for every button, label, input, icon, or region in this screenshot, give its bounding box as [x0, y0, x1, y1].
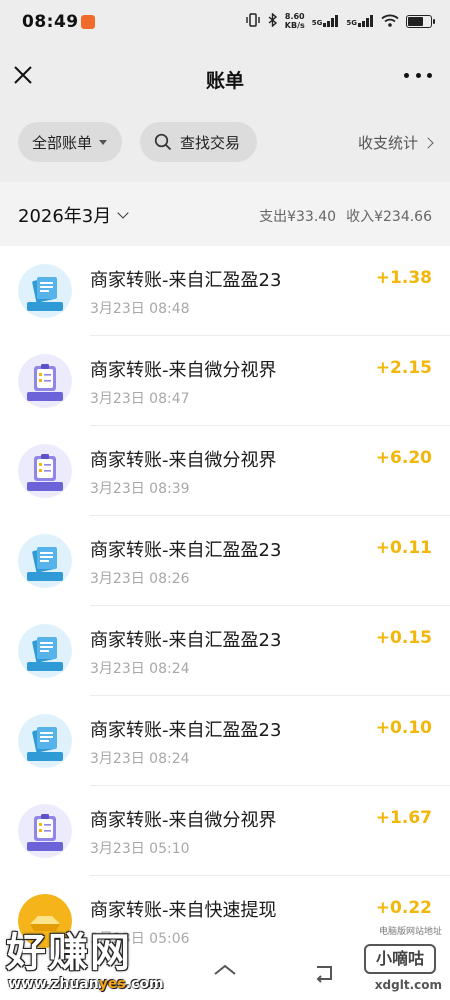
- watermark-right: 电脑版网站地址 小嘀咕 xdglt.com: [356, 922, 442, 998]
- transaction-amount: +6.20: [375, 448, 432, 468]
- transaction-title: 商家转账-来自汇盈盈23: [90, 270, 282, 291]
- income-expense-stats-link[interactable]: 收支统计: [357, 132, 434, 153]
- vibrate-icon: [245, 13, 261, 29]
- transaction-title: 商家转账-来自汇盈盈23: [90, 630, 282, 651]
- status-icons: 8.60 KB/s 5G 5G: [245, 12, 435, 30]
- transaction-info: 商家转账-来自微分视界 3月23日 08:47 +2.15: [90, 336, 450, 426]
- filter-bar: 全部账单 查找交易 收支统计: [0, 110, 450, 182]
- transaction-info: 商家转账-来自微分视界 3月23日 05:10 +1.67: [90, 786, 450, 876]
- network-speed-value: 8.60: [284, 12, 305, 21]
- transaction-amount: +0.22: [375, 898, 432, 918]
- back-nav-icon[interactable]: [313, 963, 337, 983]
- all-bills-label: 全部账单: [32, 133, 93, 152]
- transaction-amount: +0.15: [375, 628, 432, 648]
- sim2-label: 5G: [346, 19, 357, 27]
- transaction-row[interactable]: 商家转账-来自微分视界 3月23日 08:47 +2.15: [0, 336, 450, 426]
- expense-total: 支出¥33.40: [259, 209, 337, 225]
- watermark-tag: 电脑版网站地址: [378, 927, 442, 937]
- transaction-amount: +1.38: [375, 268, 432, 288]
- transaction-title: 商家转账-来自微分视界: [90, 810, 277, 831]
- ledger-book-icon: [18, 534, 72, 588]
- transaction-time: 3月23日 05:10: [90, 841, 190, 857]
- transaction-row[interactable]: 商家转账-来自微分视界 3月23日 05:10 +1.67: [0, 786, 450, 876]
- status-bar: 08:49 8.60 KB/s 5G 5G: [0, 0, 450, 46]
- bluetooth-icon: [268, 12, 278, 29]
- transaction-info: 商家转账-来自汇盈盈23 3月23日 08:24 +0.10: [90, 696, 450, 786]
- transaction-info: 商家转账-来自汇盈盈23 3月23日 08:26 +0.11: [90, 516, 450, 606]
- watermark-url-part: .com: [125, 976, 164, 992]
- all-bills-dropdown[interactable]: 全部账单: [18, 122, 122, 162]
- watermark-url: www.zhuanyes.com: [8, 976, 164, 992]
- search-transactions-button[interactable]: 查找交易: [140, 122, 257, 162]
- transaction-row[interactable]: 商家转账-来自汇盈盈23 3月23日 08:26 +0.11: [0, 516, 450, 606]
- month-label: 2026年3月: [18, 206, 112, 227]
- page-title: 账单: [205, 70, 244, 92]
- search-icon: [154, 133, 172, 151]
- ledger-book-icon: [18, 264, 72, 318]
- transaction-row[interactable]: 商家转账-来自微分视界 3月23日 08:39 +6.20: [0, 426, 450, 516]
- transaction-time: 3月23日 08:39: [90, 481, 190, 497]
- transaction-title: 商家转账-来自微分视界: [90, 360, 277, 381]
- transaction-title: 商家转账-来自微分视界: [90, 450, 277, 471]
- more-dot-icon: [415, 72, 421, 78]
- transaction-time: 3月23日 08:26: [90, 571, 190, 587]
- transaction-row[interactable]: 商家转账-来自汇盈盈23 3月23日 08:24 +0.10: [0, 696, 450, 786]
- transaction-time: 3月23日 08:24: [90, 661, 190, 677]
- transaction-time: 3月23日 08:48: [90, 301, 190, 317]
- month-totals: 支出¥33.40 收入¥234.66: [259, 206, 432, 226]
- transaction-amount: +1.67: [375, 808, 432, 828]
- watermark-brand: 小嘀咕: [364, 944, 436, 974]
- transaction-row[interactable]: 商家转账-来自汇盈盈23 3月23日 08:48 +1.38: [0, 246, 450, 336]
- transaction-time: 3月23日 08:47: [90, 391, 190, 407]
- more-dot-icon: [427, 72, 432, 78]
- income-total: 收入¥234.66: [346, 209, 432, 225]
- bill-screen: 08:49 8.60 KB/s 5G 5G 账单 全部账单 查找交易 收支统计 …: [0, 0, 450, 1000]
- transaction-row[interactable]: 商家转账-来自汇盈盈23 3月23日 08:24 +0.15: [0, 606, 450, 696]
- ledger-book-icon: [18, 714, 72, 768]
- watermark-url-part: www.zhuan: [8, 976, 99, 992]
- month-summary: 2026年3月 支出¥33.40 收入¥234.66: [0, 182, 450, 246]
- app-notification-icon: [81, 15, 95, 29]
- transaction-amount: +2.15: [375, 358, 432, 378]
- status-time: 08:49: [22, 12, 79, 32]
- clipboard-icon: [18, 354, 72, 408]
- ledger-book-icon: [18, 624, 72, 678]
- clipboard-icon: [18, 804, 72, 858]
- more-dot-icon: [404, 72, 409, 78]
- home-nav-icon[interactable]: [213, 963, 237, 985]
- transaction-title: 商家转账-来自汇盈盈23: [90, 720, 282, 741]
- network-speed-unit: KB/s: [284, 21, 305, 30]
- watermark-site: xdglt.com: [374, 978, 442, 992]
- watermark-title: 好赚网: [6, 930, 132, 976]
- title-bar: 账单: [0, 46, 450, 110]
- more-options-button[interactable]: [404, 64, 432, 86]
- chevron-right-icon: [422, 136, 434, 149]
- wifi-icon: [381, 14, 399, 29]
- transaction-info: 商家转账-来自汇盈盈23 3月23日 08:24 +0.15: [90, 606, 450, 696]
- transaction-info: 商家转账-来自汇盈盈23 3月23日 08:48 +1.38: [90, 246, 450, 336]
- transaction-title: 商家转账-来自汇盈盈23: [90, 540, 282, 561]
- battery-icon: [406, 14, 435, 28]
- sim1-label: 5G: [311, 19, 323, 27]
- caret-down-icon: [99, 139, 108, 145]
- watermark-left: 好赚网 www.zhuanyes.com: [0, 918, 195, 1000]
- transaction-amount: +0.11: [375, 538, 432, 558]
- chevron-down-icon: [117, 207, 129, 219]
- signal-2-icon: 5G: [346, 15, 374, 27]
- transaction-info: 商家转账-来自微分视界 3月23日 08:39 +6.20: [90, 426, 450, 516]
- signal-1-icon: 5G: [312, 15, 340, 27]
- network-speed: 8.60 KB/s: [285, 12, 305, 30]
- transaction-amount: +0.10: [375, 718, 432, 738]
- search-label: 查找交易: [180, 133, 241, 152]
- clipboard-icon: [18, 444, 72, 498]
- month-selector[interactable]: 2026年3月: [18, 202, 129, 228]
- transaction-list: 商家转账-来自汇盈盈23 3月23日 08:48 +1.38 商家转账-来自微分视界 3…: [0, 246, 450, 966]
- watermark-url-highlight: yes: [98, 976, 126, 992]
- transaction-time: 3月23日 08:24: [90, 751, 190, 767]
- stats-label: 收支统计: [357, 134, 418, 152]
